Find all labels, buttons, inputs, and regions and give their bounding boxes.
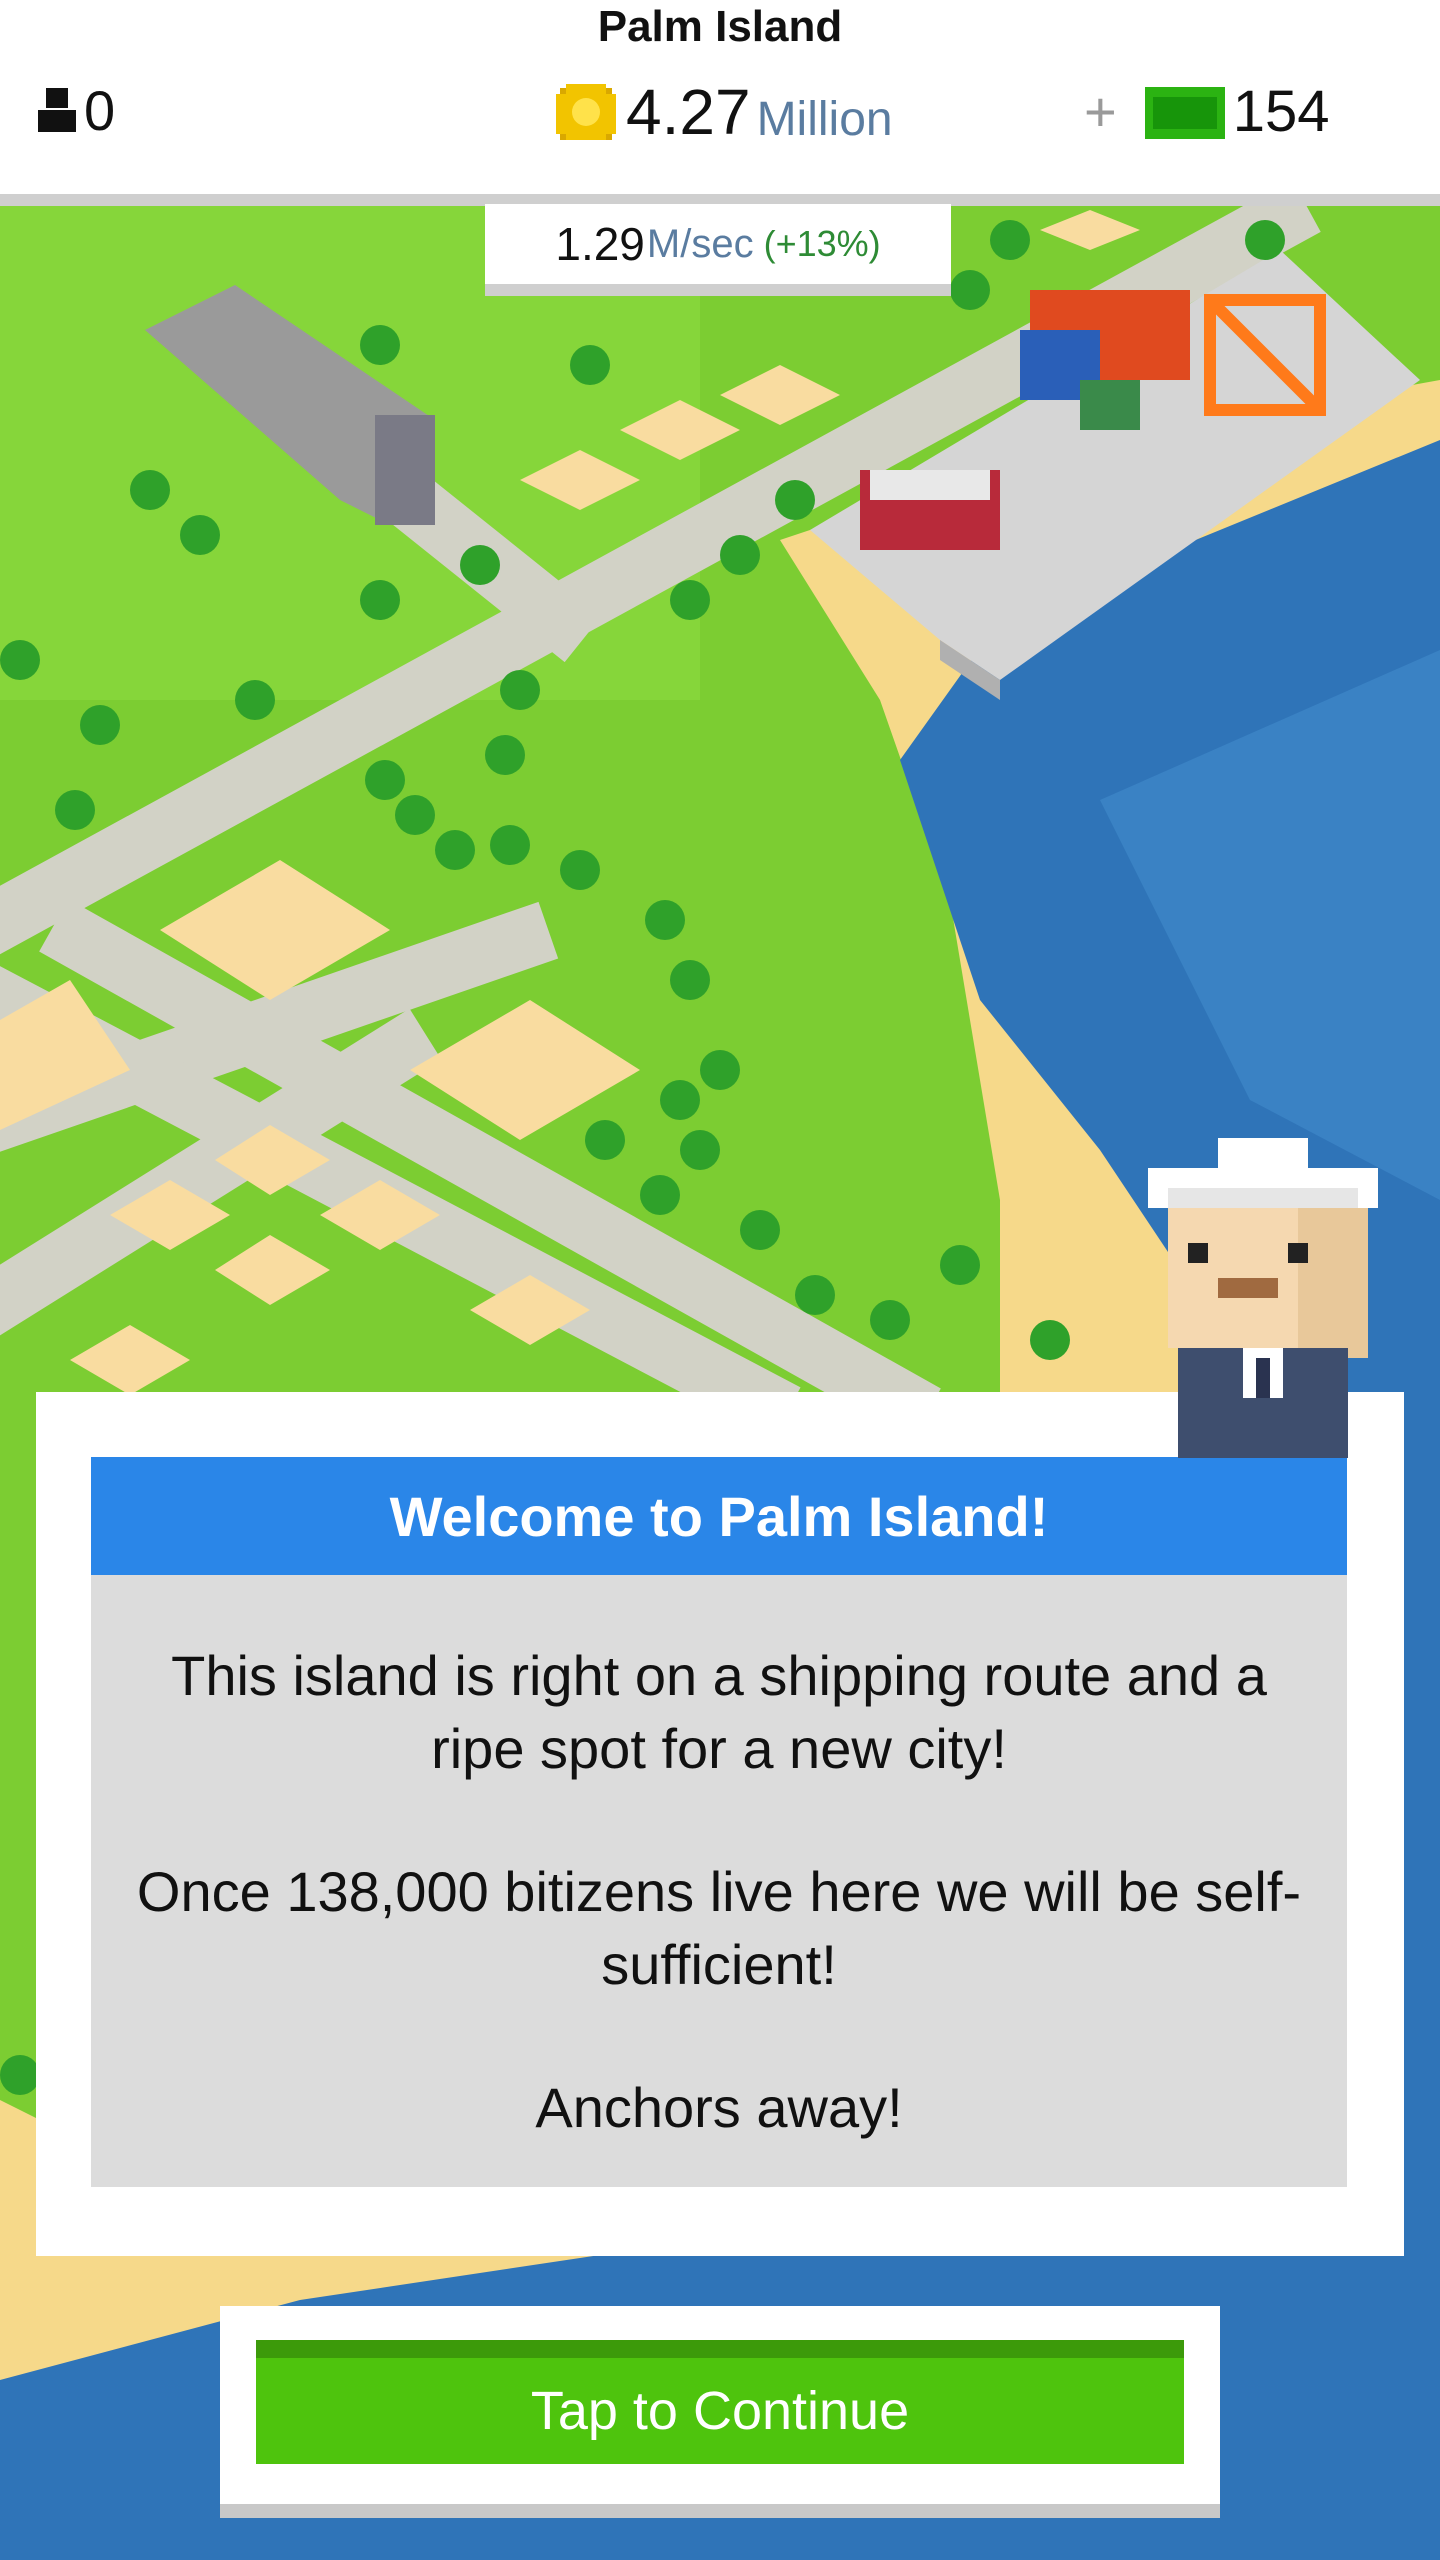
rate-change: (+13%) <box>763 223 881 264</box>
top-bar: Palm Island 0 4.27 Million + 154 <box>0 0 1440 206</box>
dialog-paragraph: This island is right on a shipping route… <box>171 1644 1267 1780</box>
continue-button-frame: Tap to Continue <box>220 2306 1220 2518</box>
rate-value: 1.29 <box>555 218 645 270</box>
add-cash-button[interactable]: + <box>1084 79 1117 144</box>
coin-icon <box>556 84 616 140</box>
cash-value: 154 <box>1232 78 1330 144</box>
captain-character <box>1148 1138 1378 1458</box>
island-name: Palm Island <box>597 2 843 51</box>
coins-unit: Million <box>756 92 893 146</box>
welcome-dialog: Welcome to Palm Island! This island is r… <box>36 1392 1404 2256</box>
coins-value: 4.27 <box>626 76 751 148</box>
population-value: 0 <box>84 78 116 142</box>
cash-counter[interactable]: + 154 <box>1084 76 1329 146</box>
dialog-paragraph: Anchors away! <box>535 2076 903 2139</box>
coins-counter[interactable]: 4.27 Million <box>556 74 893 150</box>
rate-unit: M/sec <box>646 221 754 266</box>
dialog-title: Welcome to Palm Island! <box>91 1457 1347 1575</box>
income-rate-tab: 1.29 M/sec (+13%) <box>485 204 951 296</box>
dialog-paragraph: Once 138,000 bitizens live here we will … <box>136 1860 1302 1996</box>
population-counter[interactable]: 0 <box>36 78 115 142</box>
dialog-body: This island is right on a shipping route… <box>91 1575 1347 2187</box>
cash-bill-icon <box>1144 87 1225 139</box>
tap-to-continue-button[interactable]: Tap to Continue <box>256 2340 1184 2464</box>
person-icon <box>38 88 76 132</box>
